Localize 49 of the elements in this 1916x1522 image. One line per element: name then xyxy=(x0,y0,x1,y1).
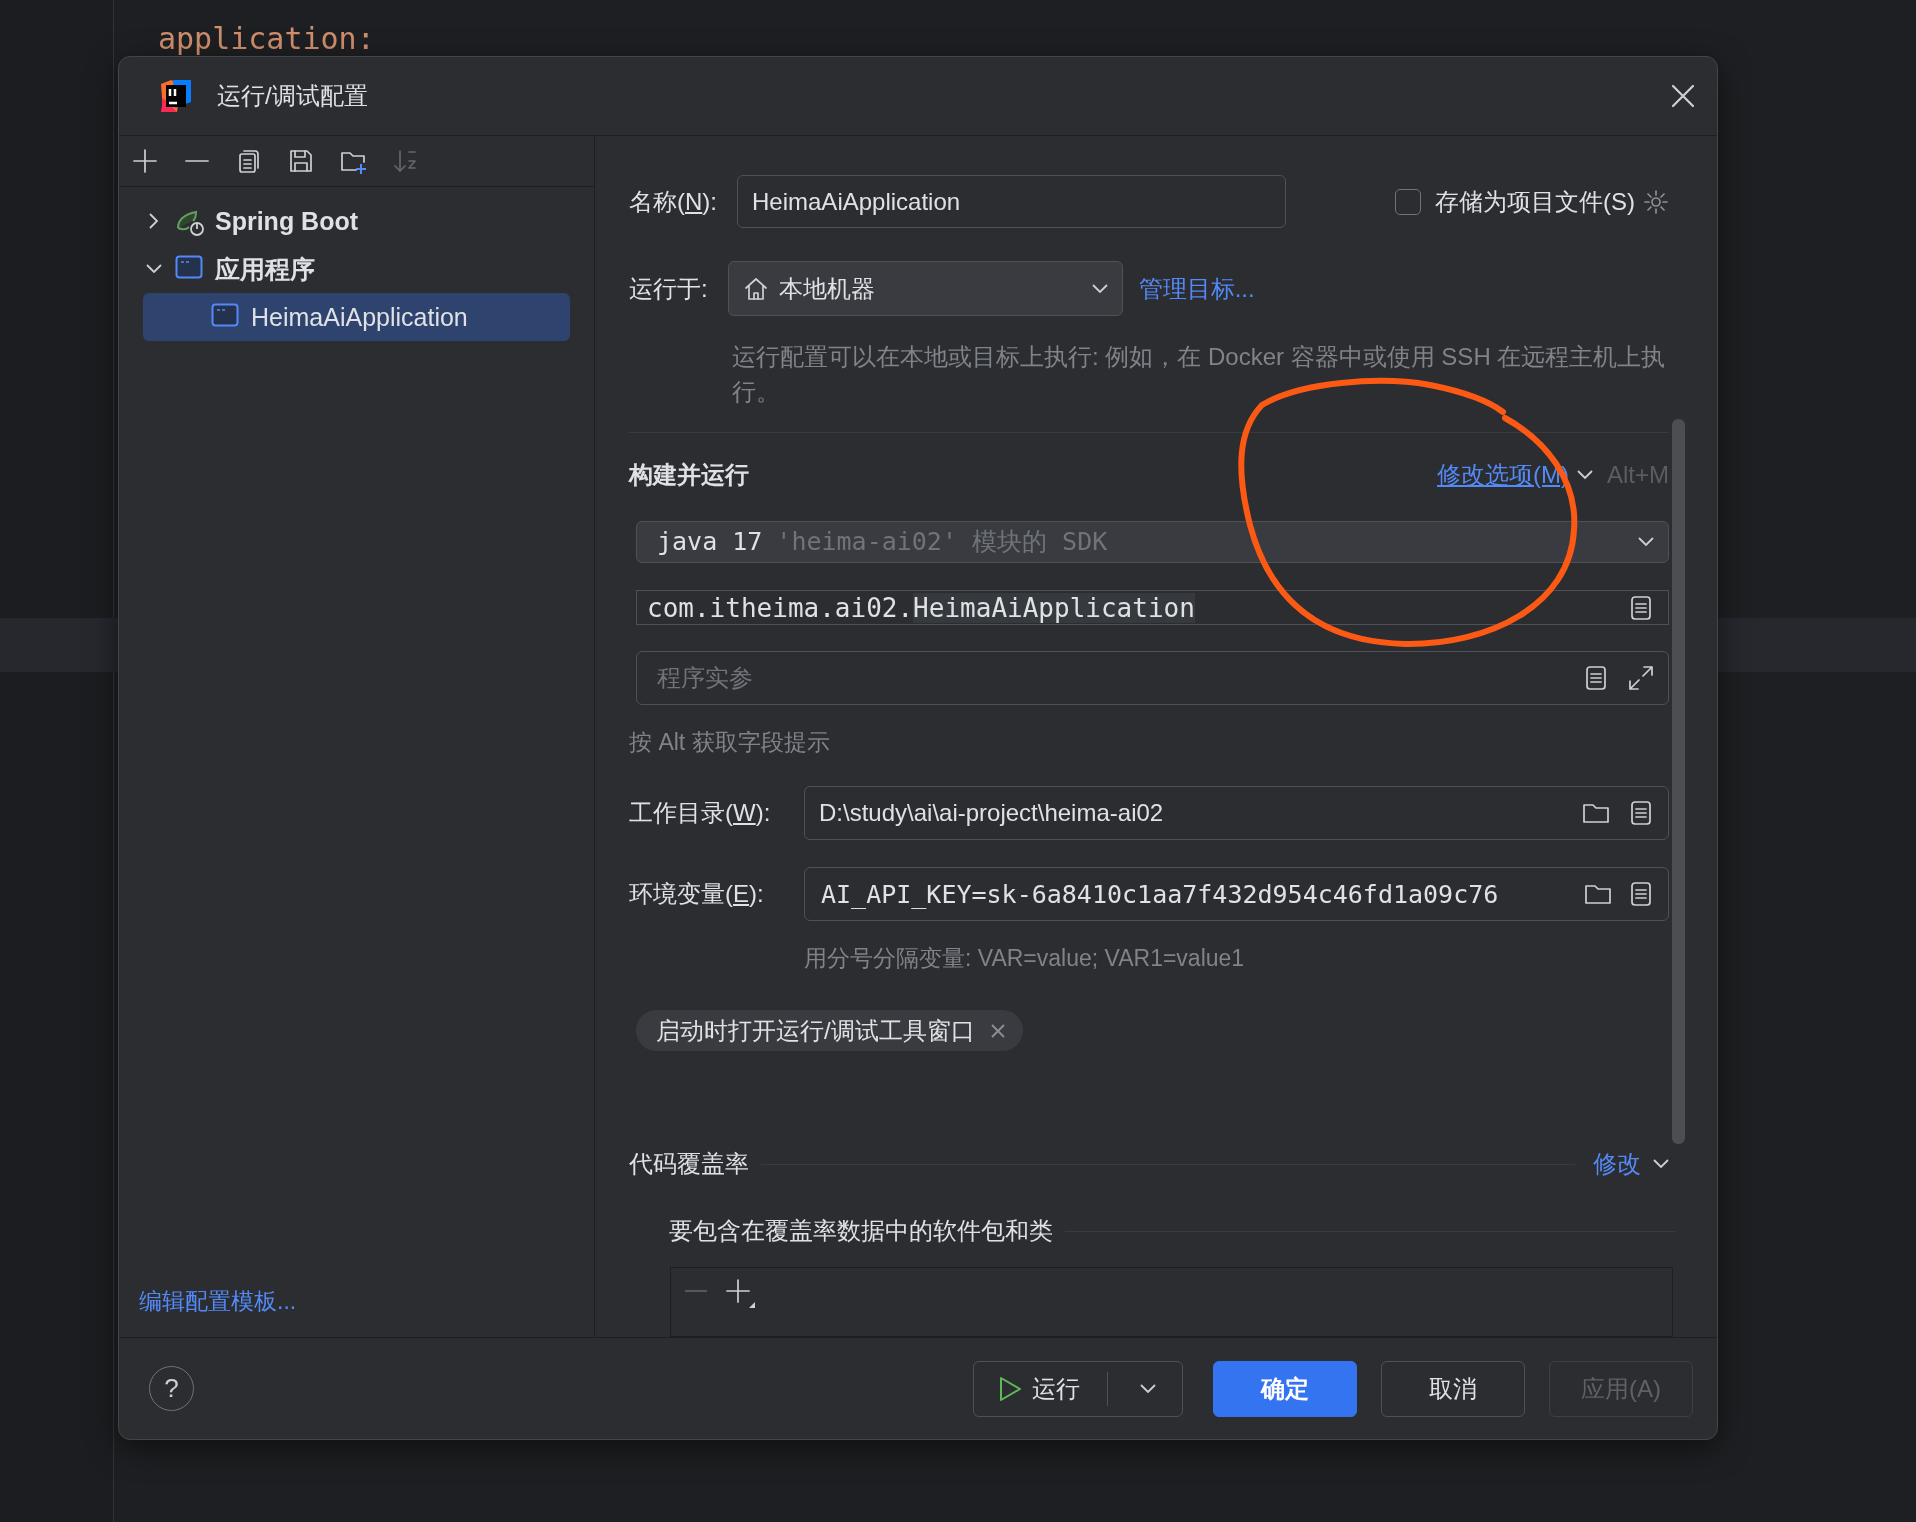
chip-label: 启动时打开运行/调试工具窗口 xyxy=(656,1015,975,1046)
cancel-button[interactable]: 取消 xyxy=(1381,1360,1525,1417)
tree-item[interactable]: Spring Boot xyxy=(143,197,570,245)
app-logo-icon xyxy=(159,78,193,114)
subsection-title: 要包含在覆盖率数据中的软件包和类 xyxy=(669,1216,1053,1246)
add-icon[interactable] xyxy=(131,147,159,175)
modify-link[interactable]: 修改 xyxy=(1593,1148,1641,1180)
expand-icon[interactable] xyxy=(1627,664,1655,693)
checkbox[interactable] xyxy=(1395,188,1421,215)
field-hint: 用分号分隔变量: VAR=value; VAR1=value1 xyxy=(804,944,1246,972)
run-on-hint: 运行配置可以在本地或目标上执行: 例如，在 Docker 容器中或使用 SSH 在远程主机上执行。 xyxy=(732,342,1667,407)
save-icon[interactable] xyxy=(287,147,315,175)
play-icon xyxy=(998,1375,1022,1402)
field-label: 环境变量(E): xyxy=(629,879,765,910)
field-label: 名称(N): xyxy=(629,186,717,217)
list-icon[interactable] xyxy=(1628,880,1654,909)
dialog-title: 运行/调试配置 xyxy=(217,81,369,111)
add-icon[interactable] xyxy=(725,1278,755,1308)
program-arguments-field[interactable]: 程序实参 xyxy=(636,651,1669,706)
chevron-down-icon xyxy=(1638,536,1654,547)
home-icon xyxy=(742,275,769,302)
run-button[interactable]: 运行 xyxy=(973,1360,1183,1417)
name-field[interactable]: HeimaAiApplication xyxy=(737,175,1286,228)
edit-templates-link[interactable]: 编辑配置模板... xyxy=(139,1288,297,1314)
code-line: application: xyxy=(158,20,375,58)
checkbox-label: 存储为项目文件(S) xyxy=(1435,186,1635,217)
chevron-down-icon[interactable] xyxy=(1653,1159,1669,1169)
chevron-down-icon xyxy=(1091,283,1108,294)
section-title: 构建并运行 xyxy=(629,460,749,490)
manage-targets-link[interactable]: 管理目标... xyxy=(1138,272,1255,305)
field-hint: 按 Alt 获取字段提示 xyxy=(629,728,831,756)
sdk-dropdown[interactable]: java 17 'heima-ai02' 模块的 SDK xyxy=(636,521,1669,563)
ok-button[interactable]: 确定 xyxy=(1213,1360,1357,1417)
tree-item[interactable]: 应用程序 xyxy=(143,245,570,293)
section-title: 代码覆盖率 xyxy=(629,1149,749,1179)
chevron-down-icon[interactable] xyxy=(1577,470,1593,480)
chevron-right-icon[interactable] xyxy=(149,213,159,229)
gear-icon[interactable] xyxy=(1643,188,1669,215)
field-label: 运行于: xyxy=(629,273,708,304)
close-icon[interactable] xyxy=(1669,82,1697,110)
scrollbar-thumb[interactable] xyxy=(1672,419,1685,1144)
field-label: 工作目录(W): xyxy=(629,798,772,829)
list-icon[interactable] xyxy=(1628,593,1654,622)
chevron-down-icon[interactable] xyxy=(146,264,162,274)
list-icon[interactable] xyxy=(1628,799,1654,828)
tree-item[interactable]: HeimaAiApplication xyxy=(143,293,570,341)
list-icon[interactable] xyxy=(1583,664,1609,693)
target-dropdown[interactable]: 本地机器 xyxy=(727,261,1123,316)
chevron-down-icon xyxy=(1140,1383,1156,1394)
